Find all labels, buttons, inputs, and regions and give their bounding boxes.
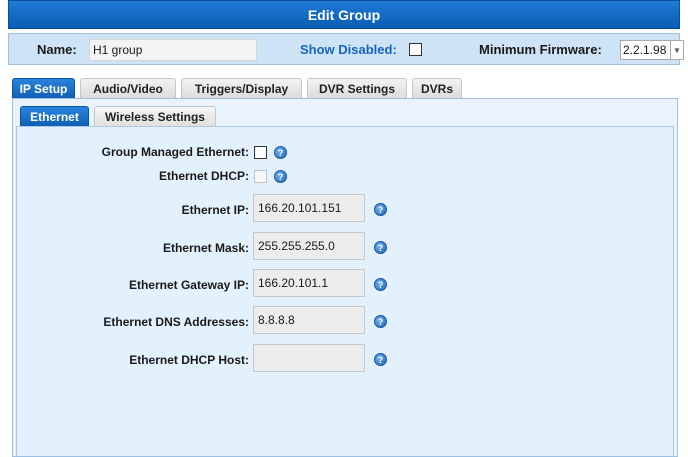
ethernet-settings-form: Group Managed Ethernet: ? Ethernet DHCP:…	[16, 126, 674, 456]
subtab-ethernet[interactable]: Ethernet	[20, 106, 89, 126]
min-firmware-label: Minimum Firmware:	[479, 42, 602, 57]
ethernet-mask-input[interactable]	[253, 232, 365, 260]
ethernet-dns-addresses-input[interactable]	[253, 306, 365, 334]
ip-setup-panel: Ethernet Wireless Settings Group Managed…	[12, 98, 678, 457]
help-icon[interactable]: ?	[274, 170, 287, 183]
tab-dvrs[interactable]: DVRs	[412, 78, 462, 98]
tab-ip-setup[interactable]: IP Setup	[12, 78, 75, 98]
ethernet-ip-label: Ethernet IP:	[181, 203, 249, 217]
ethernet-dhcp-checkbox[interactable]	[254, 170, 267, 183]
tab-audio-video[interactable]: Audio/Video	[80, 78, 176, 98]
group-name-input[interactable]	[89, 39, 257, 61]
min-firmware-value: 2.2.1.98	[623, 43, 667, 57]
help-icon[interactable]: ?	[374, 353, 387, 366]
ethernet-dns-addresses-label: Ethernet DNS Addresses:	[103, 315, 249, 329]
help-icon[interactable]: ?	[374, 241, 387, 254]
group-managed-ethernet-checkbox[interactable]	[254, 146, 267, 159]
ethernet-mask-label: Ethernet Mask:	[162, 241, 249, 255]
tab-triggers-display[interactable]: Triggers/Display	[181, 78, 302, 98]
ethernet-ip-input[interactable]	[253, 194, 365, 222]
name-label: Name:	[37, 42, 77, 57]
show-disabled-label: Show Disabled:	[300, 42, 397, 57]
help-icon[interactable]: ?	[374, 203, 387, 216]
help-icon[interactable]: ?	[274, 146, 287, 159]
ethernet-dhcp-host-input[interactable]	[253, 344, 365, 372]
chevron-down-icon[interactable]: ▼	[670, 41, 683, 59]
ethernet-dhcp-host-label: Ethernet DHCP Host:	[129, 353, 249, 367]
help-icon[interactable]: ?	[374, 278, 387, 291]
tab-dvr-settings[interactable]: DVR Settings	[307, 78, 407, 98]
ethernet-dhcp-label: Ethernet DHCP:	[158, 169, 249, 183]
help-icon[interactable]: ?	[374, 315, 387, 328]
ethernet-gateway-ip-input[interactable]	[253, 269, 365, 297]
group-header-bar: Name: Show Disabled: Minimum Firmware: 2…	[8, 33, 684, 65]
min-firmware-select[interactable]: 2.2.1.98 ▼	[620, 40, 684, 60]
group-managed-ethernet-label: Group Managed Ethernet:	[101, 145, 249, 159]
ethernet-gateway-ip-label: Ethernet Gateway IP:	[128, 278, 249, 292]
subtab-wireless-settings[interactable]: Wireless Settings	[94, 106, 216, 126]
dialog-title: Edit Group	[8, 0, 680, 29]
show-disabled-checkbox[interactable]	[409, 43, 422, 56]
